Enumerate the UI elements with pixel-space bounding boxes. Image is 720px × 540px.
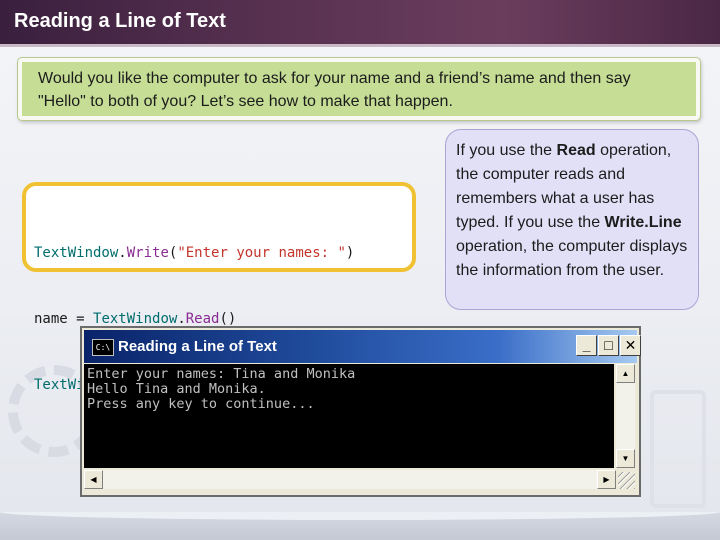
code-token: TextWindow — [34, 245, 119, 261]
callout-text-1: If you use the — [456, 142, 557, 159]
console-title: Reading a Line of Text — [118, 338, 277, 355]
scroll-right-button[interactable]: ▶ — [597, 470, 616, 489]
console-app-icon[interactable]: C:\ — [92, 339, 114, 356]
explanation-callout: If you use the Read operation, the compu… — [445, 129, 699, 310]
slide-title: Reading a Line of Text — [14, 10, 226, 32]
horizontal-scrollbar[interactable]: ◀ ▶ — [84, 470, 616, 489]
scroll-up-button[interactable]: ▲ — [616, 364, 635, 383]
scroll-down-button[interactable]: ▼ — [616, 449, 635, 468]
code-token: . — [177, 311, 186, 327]
code-token: TextWindow — [93, 311, 178, 327]
header-divider — [0, 44, 720, 47]
code-token: ) — [345, 245, 355, 261]
code-token: "Enter your names: " — [177, 245, 346, 261]
callout-read-keyword: Read — [556, 142, 596, 159]
console-line-1: Enter your names: Tina and Monika — [87, 366, 356, 382]
console-titlebar[interactable]: C:\ Reading a Line of Text _ □ ✕ — [84, 330, 641, 363]
code-token: () — [219, 311, 237, 327]
code-token: Read — [185, 311, 220, 327]
code-token: name = — [34, 311, 94, 327]
minimize-button[interactable]: _ — [576, 335, 597, 356]
intro-text-box: Would you like the computer to ask for y… — [18, 58, 700, 120]
code-token: . — [118, 245, 127, 261]
callout-writeline-keyword: Write.Line — [604, 214, 682, 231]
decorative-card-icon — [650, 390, 706, 508]
callout-text-3: operation, the computer displays the inf… — [456, 238, 688, 279]
console-window[interactable]: C:\ Reading a Line of Text _ □ ✕ Enter y… — [80, 326, 641, 497]
code-token: Write — [126, 245, 169, 261]
code-sample: TextWindow.Write("Enter your names: ") n… — [22, 182, 416, 393]
console-output[interactable]: Enter your names: Tina and Monika Hello T… — [84, 364, 614, 468]
resize-grip-icon[interactable] — [618, 472, 635, 489]
slide-header: Reading a Line of Text — [0, 0, 720, 44]
footer-band — [0, 512, 720, 540]
maximize-button[interactable]: □ — [598, 335, 619, 356]
console-line-2: Hello Tina and Monika. — [87, 381, 266, 397]
intro-text: Would you like the computer to ask for y… — [38, 70, 631, 110]
console-line-3: Press any key to continue... — [87, 396, 315, 412]
code-line-1: TextWindow.Write("Enter your names: ") — [34, 242, 412, 264]
vertical-scrollbar[interactable]: ▲ ▼ — [616, 364, 635, 468]
scroll-left-button[interactable]: ◀ — [84, 470, 103, 489]
close-button[interactable]: ✕ — [620, 335, 641, 356]
